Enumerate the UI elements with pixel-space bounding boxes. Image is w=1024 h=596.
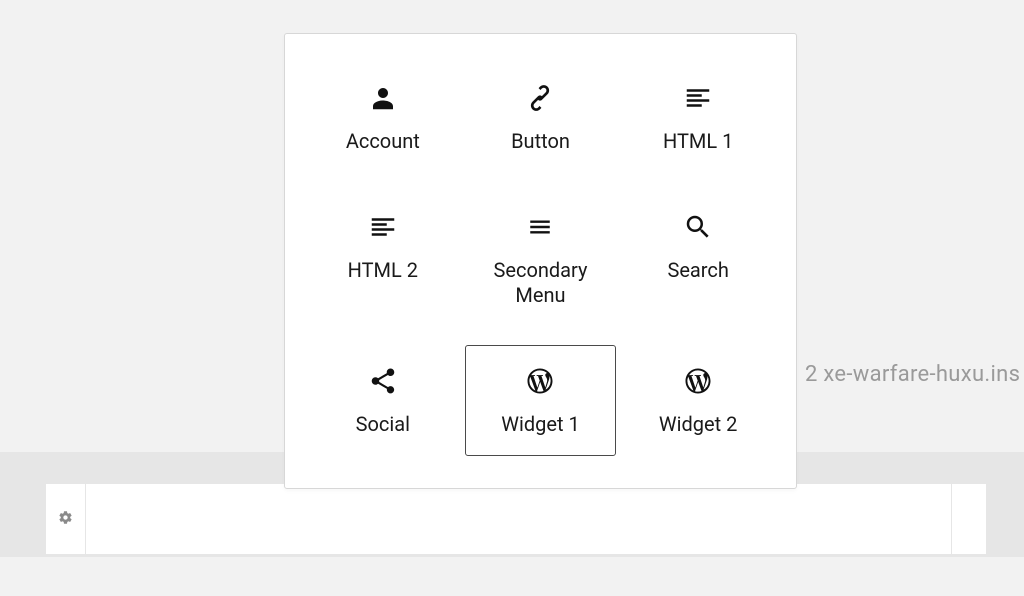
- element-label: HTML 2: [348, 258, 418, 283]
- row-right-edge: [951, 484, 986, 554]
- search-icon: [683, 210, 713, 244]
- element-picker-popup: Account Button HTML 1 HTML 2: [284, 33, 797, 489]
- element-label: Search: [667, 258, 728, 283]
- element-secondary-menu[interactable]: Secondary Menu: [465, 191, 617, 327]
- editor-canvas: 2 xe-warfare-huxu.ins Account Button: [0, 0, 1024, 596]
- element-label: Social: [356, 412, 410, 437]
- element-widget1[interactable]: Widget 1: [465, 345, 617, 456]
- row-settings-button[interactable]: [46, 484, 86, 554]
- site-hint-text: 2 xe-warfare-huxu.ins: [805, 362, 1020, 387]
- wordpress-icon: [525, 364, 555, 398]
- row-dropzone[interactable]: [86, 484, 951, 554]
- link-icon: [524, 81, 556, 115]
- account-icon: [368, 81, 398, 115]
- element-label: Button: [511, 129, 570, 154]
- share-icon: [368, 364, 398, 398]
- element-account[interactable]: Account: [307, 62, 459, 173]
- element-social[interactable]: Social: [307, 345, 459, 456]
- element-search[interactable]: Search: [622, 191, 774, 327]
- element-html2[interactable]: HTML 2: [307, 191, 459, 327]
- element-grid: Account Button HTML 1 HTML 2: [307, 62, 774, 456]
- element-label: Widget 1: [501, 412, 579, 437]
- menu-icon: [527, 210, 553, 244]
- element-button[interactable]: Button: [465, 62, 617, 173]
- wordpress-icon: [683, 364, 713, 398]
- element-widget2[interactable]: Widget 2: [622, 345, 774, 456]
- element-html1[interactable]: HTML 1: [622, 62, 774, 173]
- text-lines-icon: [368, 210, 398, 244]
- element-label: Secondary Menu: [472, 258, 610, 308]
- element-label: HTML 1: [663, 129, 733, 154]
- builder-row: [46, 484, 986, 554]
- text-lines-icon: [683, 81, 713, 115]
- gear-icon: [58, 510, 73, 529]
- element-label: Account: [346, 129, 420, 154]
- element-label: Widget 2: [659, 412, 737, 437]
